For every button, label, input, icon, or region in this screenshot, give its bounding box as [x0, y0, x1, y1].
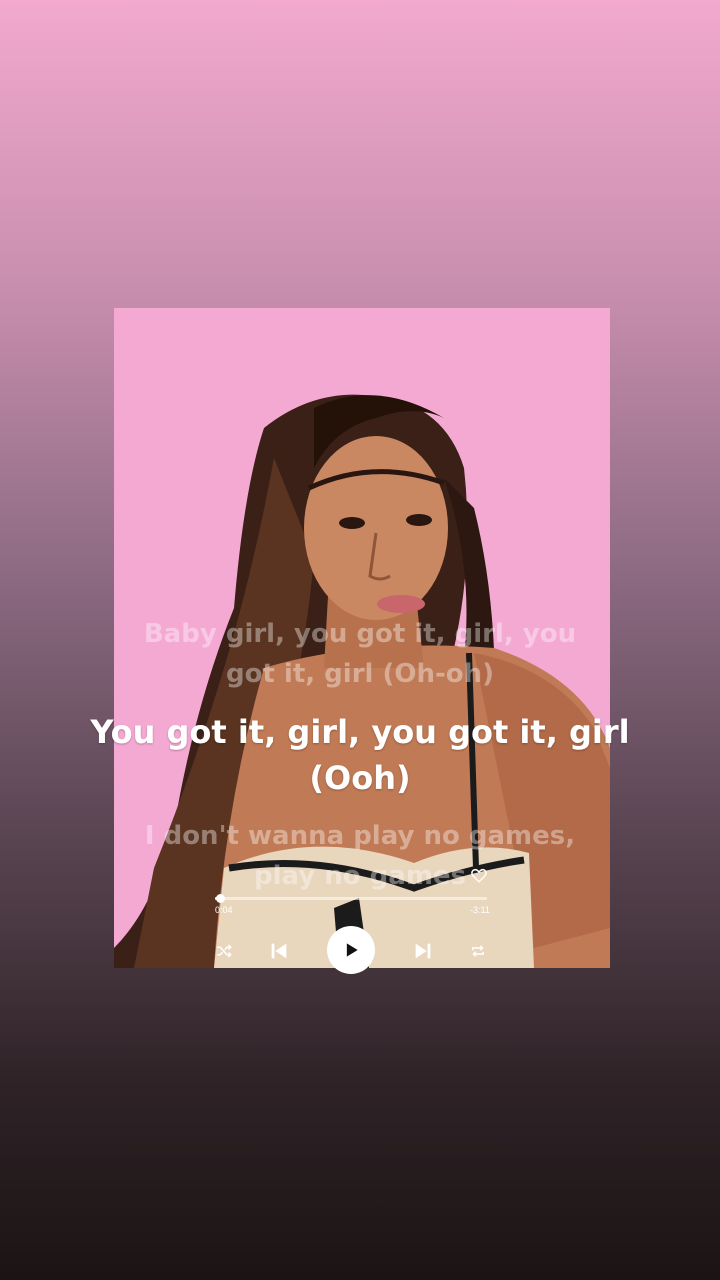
lyric-current-line-1: You got it, girl, you got it, girl: [90, 713, 630, 751]
previous-track-button[interactable]: [266, 938, 292, 964]
shuffle-icon: [217, 944, 232, 958]
shuffle-button[interactable]: [212, 940, 236, 962]
lyric-previous-line-1: Baby girl, you got it, girl, you: [143, 619, 577, 649]
next-track-button[interactable]: [410, 938, 436, 964]
next-icon: [415, 943, 431, 959]
remaining-time: -3:11: [470, 905, 490, 915]
lyric-next-line-2: play no games: [253, 861, 467, 891]
repeat-icon: [472, 945, 484, 957]
elapsed-time: 0:04: [215, 905, 233, 915]
like-heart-icon[interactable]: [470, 866, 488, 884]
lyric-current-line-2: (Ooh): [309, 759, 411, 797]
play-icon: [346, 943, 358, 957]
lyric-next-line-1: I don't wanna play no games,: [144, 821, 576, 851]
lyric-previous-line-2: got it, girl (Oh-oh): [225, 659, 495, 689]
previous-icon: [271, 943, 287, 959]
play-button[interactable]: [327, 926, 375, 974]
repeat-button[interactable]: [466, 940, 490, 962]
progress-bar[interactable]: [215, 894, 487, 903]
